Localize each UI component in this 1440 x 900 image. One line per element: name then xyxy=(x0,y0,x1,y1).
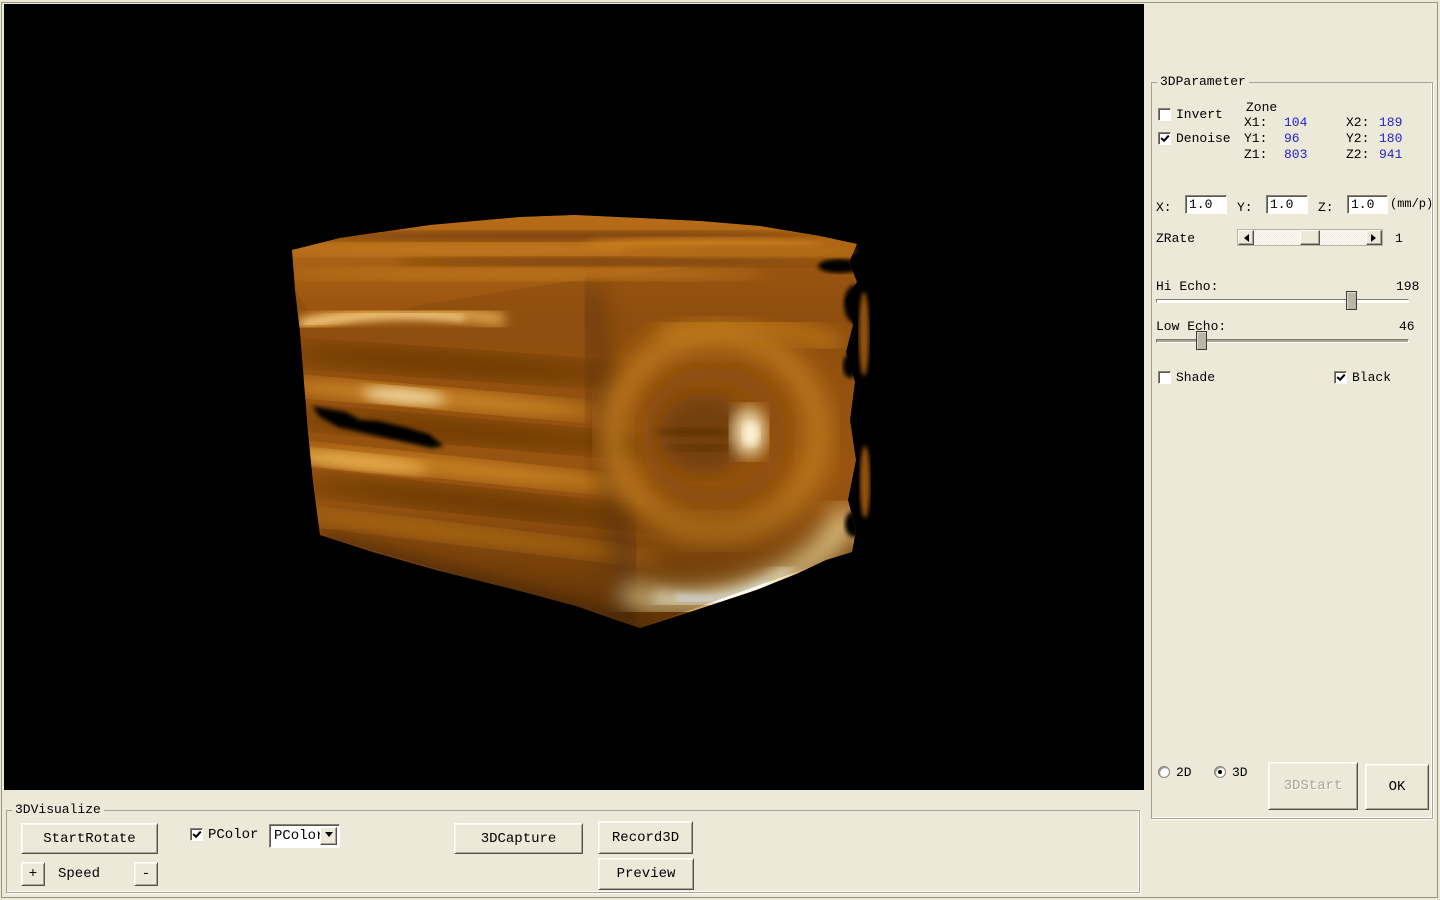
zone-x1-value: 104 xyxy=(1284,115,1307,130)
x-scale-input[interactable] xyxy=(1185,195,1227,214)
zone-y1-label: Y1: xyxy=(1244,131,1267,146)
volume-render xyxy=(4,4,1144,790)
hi-echo-track[interactable] xyxy=(1156,299,1409,303)
start-3d-button[interactable]: 3DStart xyxy=(1268,762,1358,810)
zrate-scroll-left-button[interactable] xyxy=(1238,230,1254,245)
zrate-scroll-thumb[interactable] xyxy=(1300,230,1320,245)
low-echo-slider[interactable] xyxy=(1156,331,1409,351)
pcolor-dropdown-value: PColor xyxy=(274,828,324,844)
low-echo-track[interactable] xyxy=(1156,339,1409,343)
zrate-scroll-right-button[interactable] xyxy=(1366,230,1382,245)
zrate-scrollbar[interactable] xyxy=(1237,229,1383,246)
panel-3dparameter-title: 3DParameter xyxy=(1157,75,1249,89)
zone-y2-value: 180 xyxy=(1379,131,1402,146)
pcolor-dropdown-button[interactable] xyxy=(320,827,337,845)
speed-minus-button[interactable]: - xyxy=(134,862,158,886)
zone-x2-label: X2: xyxy=(1346,115,1369,130)
zrate-value: 1 xyxy=(1395,231,1403,246)
z-scale-label: Z: xyxy=(1318,200,1334,215)
zone-title: Zone xyxy=(1246,100,1277,115)
black-label: Black xyxy=(1352,370,1391,385)
capture-3d-button[interactable]: 3DCapture xyxy=(454,823,583,854)
zone-z2-value: 941 xyxy=(1379,147,1402,162)
zone-z1-label: Z1: xyxy=(1244,147,1267,162)
zone-y1-value: 96 xyxy=(1284,131,1300,146)
z-scale-input[interactable] xyxy=(1347,195,1388,214)
mode-3d-label: 3D xyxy=(1232,765,1248,780)
zrate-label: ZRate xyxy=(1156,231,1195,246)
pcolor-checkbox[interactable] xyxy=(190,828,203,841)
hi-echo-slider[interactable] xyxy=(1156,291,1409,311)
denoise-label: Denoise xyxy=(1176,131,1231,146)
mode-2d-label: 2D xyxy=(1176,765,1192,780)
mode-3d-radio[interactable] xyxy=(1214,766,1226,778)
low-echo-thumb[interactable] xyxy=(1196,331,1207,350)
record-3d-button[interactable]: Record3D xyxy=(598,821,693,854)
panel-3dvisualize-title: 3DVisualize xyxy=(12,803,104,817)
hi-echo-thumb[interactable] xyxy=(1346,291,1357,310)
start-rotate-button[interactable]: StartRotate xyxy=(21,823,158,854)
scroll-left-icon xyxy=(1240,234,1249,242)
mode-2d-radio[interactable] xyxy=(1158,766,1170,778)
y-scale-input[interactable] xyxy=(1266,195,1308,214)
pcolor-label: PColor xyxy=(208,827,258,843)
viewport-3d[interactable] xyxy=(4,4,1144,790)
zone-x2-value: 189 xyxy=(1379,115,1402,130)
zone-x1-label: X1: xyxy=(1244,115,1267,130)
scroll-right-icon xyxy=(1371,234,1380,242)
panel-3dvisualize: 3DVisualize StartRotate PColor PColor 3D… xyxy=(6,810,1140,893)
dropdown-arrow-icon xyxy=(325,832,333,841)
speed-plus-button[interactable]: + xyxy=(21,862,45,886)
panel-3dparameter: 3DParameter Invert Denoise Zone X1: 104 … xyxy=(1151,82,1433,819)
shade-checkbox[interactable] xyxy=(1158,371,1171,384)
zone-z1-value: 803 xyxy=(1284,147,1307,162)
y-scale-label: Y: xyxy=(1237,200,1253,215)
invert-label: Invert xyxy=(1176,107,1223,122)
speed-label: Speed xyxy=(58,866,100,882)
ok-button[interactable]: OK xyxy=(1365,764,1429,810)
preview-button[interactable]: Preview xyxy=(598,858,694,890)
zone-y2-label: Y2: xyxy=(1346,131,1369,146)
x-scale-label: X: xyxy=(1156,200,1172,215)
shade-label: Shade xyxy=(1176,370,1215,385)
pcolor-dropdown[interactable]: PColor xyxy=(269,824,340,848)
zone-z2-label: Z2: xyxy=(1346,147,1369,162)
black-checkbox[interactable] xyxy=(1334,371,1347,384)
denoise-checkbox[interactable] xyxy=(1158,132,1171,145)
invert-checkbox[interactable] xyxy=(1158,108,1171,121)
scale-unit-label: (mm/p) xyxy=(1390,197,1433,211)
